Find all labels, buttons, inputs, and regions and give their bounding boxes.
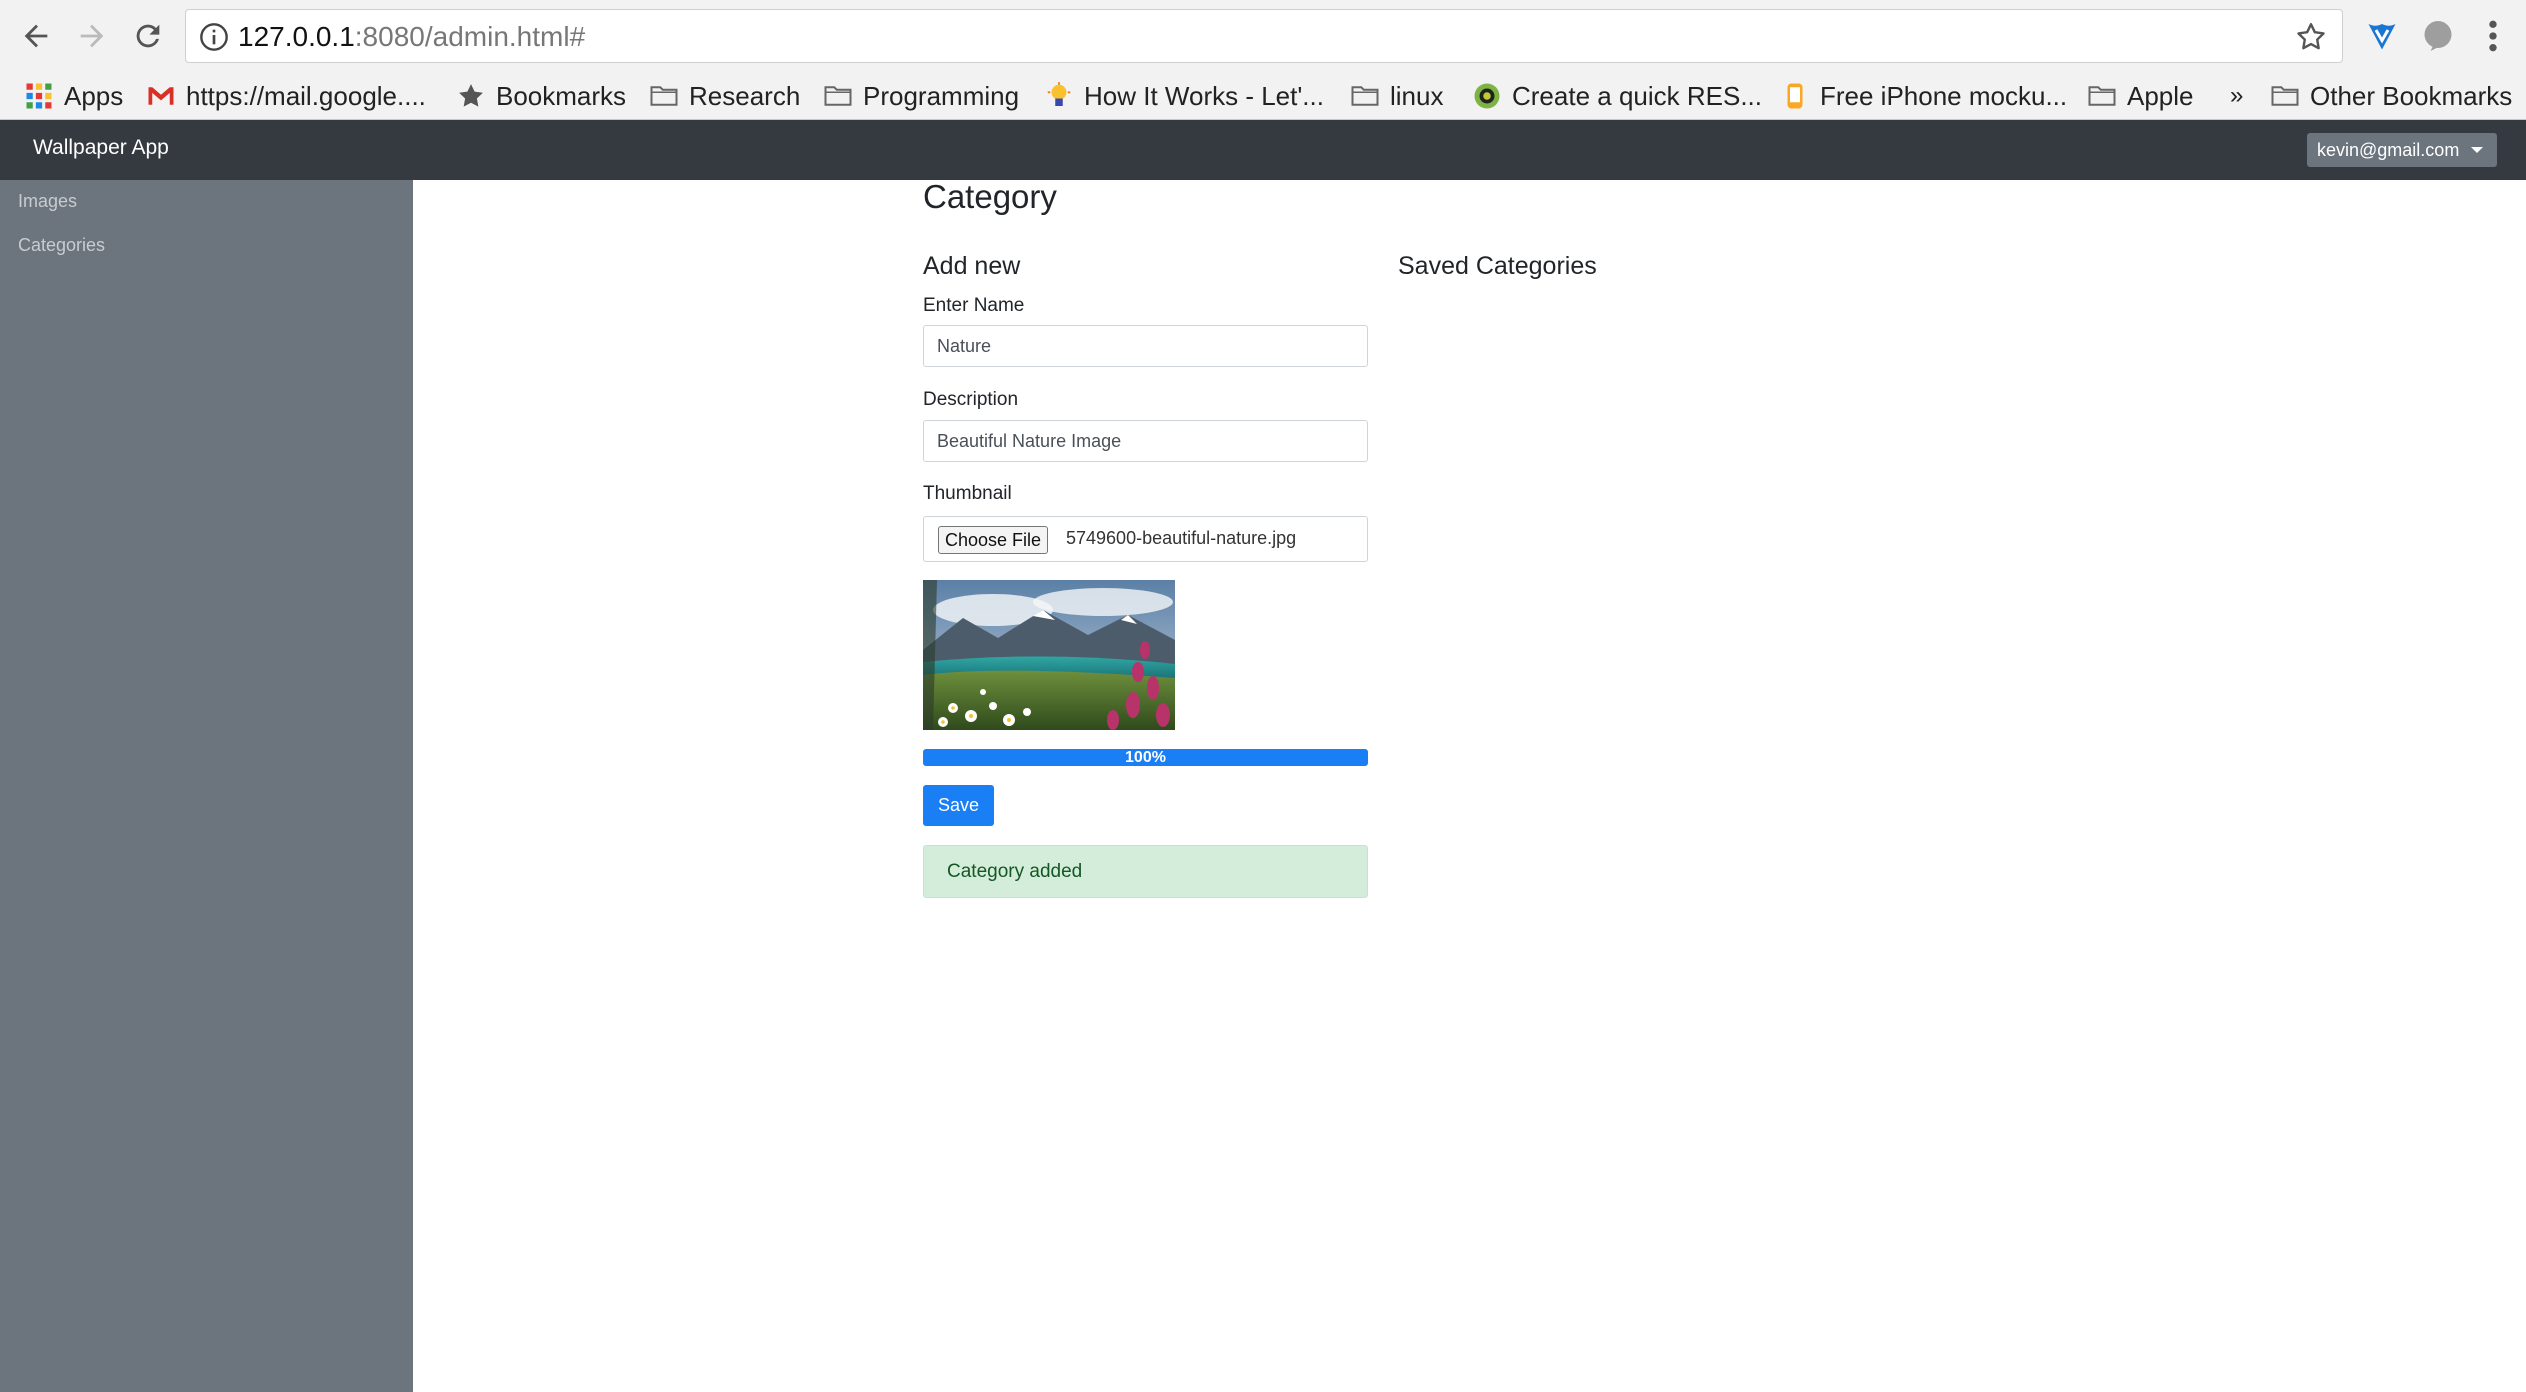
folder-icon <box>824 86 852 106</box>
thumbnail-preview-image <box>923 580 1175 730</box>
browser-toolbar: 127.0.0.1:8080/admin.html# <box>0 0 2526 72</box>
thumbnail-label: Thumbnail <box>923 483 1012 504</box>
upload-progress-fill: 100% <box>923 749 1368 766</box>
sidebar-item-categories[interactable]: Categories <box>18 235 105 256</box>
address-bar[interactable]: 127.0.0.1:8080/admin.html# <box>185 9 2343 63</box>
folder-icon <box>1351 86 1379 106</box>
user-dropdown[interactable]: kevin@gmail.com <box>2307 133 2497 167</box>
bookmark-label: https://mail.google.... <box>186 80 426 111</box>
info-icon[interactable] <box>198 21 230 53</box>
bookmark-label: Apple <box>2127 80 2194 111</box>
url-path: :8080/admin.html# <box>354 21 586 52</box>
bookmark-how-it-works[interactable]: How It Works - Let'... <box>1044 76 1324 116</box>
site-icon <box>1787 83 1803 109</box>
description-label: Description <box>923 389 1019 410</box>
reload-icon <box>136 24 160 48</box>
app-navbar: Wallpaper App <box>0 120 2526 180</box>
folder-icon <box>2088 86 2116 106</box>
forward-button[interactable] <box>70 14 114 58</box>
bookmark-other[interactable]: Other Bookmarks <box>2270 76 2512 116</box>
star-icon <box>459 84 483 107</box>
bookmark-research[interactable]: Research <box>649 76 800 116</box>
add-new-heading: Add new <box>923 252 1021 280</box>
bookmark-label: Other Bookmarks <box>2310 80 2513 111</box>
bookmark-label: Apps <box>64 80 124 111</box>
site-icon <box>1474 83 1500 109</box>
save-button[interactable]: Save <box>923 785 994 826</box>
app-brand[interactable]: Wallpaper App <box>33 136 169 160</box>
extension-bubble-icon[interactable] <box>2420 18 2456 54</box>
bookmark-label: Programming <box>863 80 1020 111</box>
name-label: Enter Name <box>923 295 1025 316</box>
bookmark-label: Free iPhone mocku... <box>1820 80 2068 111</box>
folder-icon <box>650 86 678 106</box>
bookmark-gmail[interactable]: https://mail.google.... <box>146 76 426 116</box>
name-input[interactable]: Nature <box>923 325 1368 367</box>
bookmark-bookmarks[interactable]: Bookmarks <box>456 76 626 116</box>
nature-landscape-image <box>923 580 1175 730</box>
saved-categories-heading: Saved Categories <box>1398 252 1597 280</box>
bookmark-linux[interactable]: linux <box>1350 76 1443 116</box>
bookmark-programming[interactable]: Programming <box>823 76 1019 116</box>
user-email: kevin@gmail.com <box>2317 139 2460 160</box>
reload-button[interactable] <box>126 14 170 58</box>
bookmarks-bar: Apps https://mail.google.... Bookmarks R… <box>0 72 2526 120</box>
caret-down-icon <box>2471 147 2484 153</box>
bookmarks-overflow-button[interactable]: » <box>2230 76 2243 116</box>
description-input[interactable]: Beautiful Nature Image <box>923 420 1368 462</box>
lightbulb-icon <box>1047 82 1071 106</box>
bookmark-label: Create a quick RES... <box>1512 80 1762 111</box>
sidebar-item-images[interactable]: Images <box>18 191 77 212</box>
back-arrow-icon <box>24 24 48 48</box>
gmail-icon <box>148 87 174 105</box>
selected-file-name: 5749600-beautiful-nature.jpg <box>1066 528 1297 548</box>
bookmark-iphone-mockup[interactable]: Free iPhone mocku... <box>1780 76 2067 116</box>
upload-progress-bar: 100% <box>923 749 1368 766</box>
bookmark-apple[interactable]: Apple <box>2087 76 2194 116</box>
page-title: Category <box>923 178 1057 215</box>
back-button[interactable] <box>14 14 58 58</box>
bookmark-star-icon[interactable] <box>2294 20 2328 54</box>
bookmark-label: How It Works - Let'... <box>1084 80 1324 111</box>
folder-icon <box>2271 86 2299 106</box>
success-alert: Category added <box>923 845 1368 898</box>
browser-menu-icon[interactable] <box>2478 16 2508 56</box>
url-text: 127.0.0.1:8080/admin.html# <box>238 21 585 53</box>
choose-file-button[interactable]: Choose File <box>938 526 1049 554</box>
apps-grid-icon <box>26 83 52 109</box>
forward-arrow-icon <box>80 24 104 48</box>
extension-shield-icon[interactable] <box>2364 18 2400 54</box>
url-host: 127.0.0.1 <box>238 21 355 52</box>
bookmark-create-rest[interactable]: Create a quick RES... <box>1472 76 1762 116</box>
sidebar: Images Categories <box>0 180 413 1392</box>
browser-chrome: 127.0.0.1:8080/admin.html# Apps https://… <box>0 0 2526 120</box>
thumbnail-file-input[interactable]: Choose File 5749600-beautiful-nature.jpg <box>923 516 1368 562</box>
bookmark-label: Research <box>689 80 801 111</box>
bookmark-label: » <box>2230 82 2244 109</box>
bookmark-label: linux <box>1390 80 1444 111</box>
bookmark-label: Bookmarks <box>496 80 627 111</box>
bookmark-apps[interactable]: Apps <box>24 76 123 116</box>
